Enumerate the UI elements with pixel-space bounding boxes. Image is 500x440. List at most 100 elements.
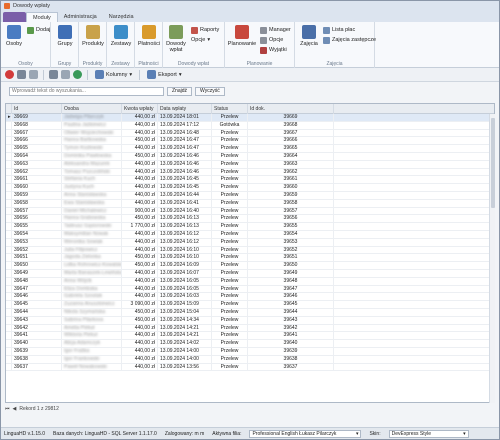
attach-icon[interactable] <box>61 70 70 79</box>
dodaj-button[interactable]: Dodaj <box>27 26 50 34</box>
column-header-id-dok[interactable]: Id dok. <box>248 104 334 114</box>
table-row[interactable]: 39648 Anna Wójcik 440,00 zł 13.09.2024 16:0… <box>6 277 494 286</box>
produkty-button[interactable]: Produkty <box>81 25 105 47</box>
tab-moduly[interactable]: Moduły <box>26 12 58 22</box>
table-cell: 440,00 zł <box>122 340 158 348</box>
table-row[interactable]: 39646 Gabriela Szostak 440,00 zł 13.09.2024… <box>6 293 494 302</box>
table-cell: Paweł Nowakowski <box>62 363 122 372</box>
find-button[interactable]: Znajdź <box>167 86 193 96</box>
column-header-id[interactable]: Id <box>12 104 62 114</box>
first-record-icon[interactable]: ⏮ <box>5 406 10 412</box>
table-cell: 13.09.2024 16:46 <box>158 152 212 161</box>
tab-administracja[interactable]: Administracja <box>58 12 103 22</box>
prev-record-icon[interactable]: ◀ <box>13 406 17 412</box>
table-row[interactable]: 39644 Nikola Szymańska 450,00 zł 13.09.2024… <box>6 308 494 317</box>
planowanie-button[interactable]: Planowanie <box>227 25 257 47</box>
table-row[interactable]: 39662 Tomasz Pszczoliński 440,00 zł 13.09.2… <box>6 168 494 177</box>
table-row[interactable]: 39659 Anna Stanisławska 440,00 zł 13.09.202… <box>6 191 494 200</box>
scrollbar-thumb[interactable] <box>491 118 495 208</box>
table-row[interactable]: 39652 Julia Filipowicz 440,00 zł 13.09.2024… <box>6 246 494 255</box>
table-row[interactable]: 39651 Jagoda Zielonka 450,00 zł 13.09.2024 … <box>6 254 494 263</box>
table-row[interactable]: 39653 Weronika Sowiak 440,00 zł 13.09.2024 … <box>6 238 494 247</box>
grupy-label: Grupy <box>57 41 73 47</box>
table-row[interactable]: 39643 Sabrina Pilarkova 450,00 zł 13.09.202… <box>6 316 494 325</box>
substitute-icon <box>323 36 330 44</box>
table-row[interactable]: 39638 Igor Frankowski 440,00 zł 13.09.2024 … <box>6 355 494 364</box>
lista-plac-button[interactable]: Lista płac <box>323 26 355 34</box>
delete-icon[interactable] <box>5 70 14 79</box>
table-cell: 39643 <box>12 316 62 325</box>
table-row[interactable]: 39657 Daniel Michalewicz 900,00 zł 13.09.20… <box>6 207 494 216</box>
file-menu-button[interactable] <box>3 12 26 22</box>
kolumny-dropdown[interactable]: Kolumny ▾ <box>93 70 134 79</box>
eksport-dropdown[interactable]: Eksport ▾ <box>145 70 183 79</box>
table-row[interactable]: 39660 Justyna Kuch 440,00 zł 13.09.2024 16:… <box>6 184 494 192</box>
skin-select[interactable]: DevExpress Style ▾ <box>388 429 469 438</box>
table-row[interactable]: 39654 Maksymilian Nowak 440,00 zł 13.09.202… <box>6 230 494 239</box>
table-row[interactable]: 39665 Tymon Kozłowski 440,00 zł 13.09.2024 … <box>6 145 494 153</box>
table-cell: 39639 <box>248 347 334 356</box>
zajecia-zastepcze-button[interactable]: Zajęcia zastępcze <box>323 36 376 44</box>
table-cell: 450,00 zł <box>122 215 158 224</box>
planowanie-opcje-button[interactable]: Opcje <box>260 36 283 44</box>
table-row[interactable]: 39666 Hanna Bartkowska 450,00 zł 13.09.2024… <box>6 137 494 146</box>
table-row[interactable]: 39640 Alicja Adamczyk 440,00 zł 13.09.2024 … <box>6 340 494 348</box>
dowody-opcje-label: Opcje <box>191 37 206 43</box>
table-row[interactable]: 39637 Paweł Nowakowski 440,00 zł 13.09.2024… <box>6 363 494 372</box>
dowody-wplat-button[interactable]: Dowody wpłat <box>164 25 188 53</box>
table-cell: 39667 <box>248 129 334 138</box>
table-row[interactable]: 39664 Dominika Pawłowska 450,00 zł 13.09.20… <box>6 152 494 161</box>
print-icon[interactable] <box>49 70 58 79</box>
grupy-button[interactable]: Grupy <box>53 25 77 47</box>
search-input[interactable] <box>9 86 164 96</box>
column-header-status[interactable]: Status <box>212 104 248 114</box>
vertical-scrollbar[interactable] <box>489 114 495 403</box>
table-row[interactable]: 39641 Wiktoria Piekut 440,00 zł 13.09.2024 … <box>6 332 494 341</box>
table-row[interactable]: 39650 Lidka Rohrowicz-Kowalska 450,00 zł 13… <box>6 262 494 270</box>
zestawy-button[interactable]: Zestawy <box>109 25 133 47</box>
column-header-data[interactable]: Data wpłaty <box>158 104 212 114</box>
table-cell: Lidka Rohrowicz-Kowalska <box>64 262 122 270</box>
table-cell: Gabriela Szostak <box>62 293 122 302</box>
dowody-opcje-button[interactable]: Opcje ▾ <box>191 36 210 44</box>
table-row[interactable]: 39645 Zuzanna Anuszkiewicz 3 090,00 zł 13.0… <box>6 301 494 309</box>
table-cell: 39652 <box>12 246 62 255</box>
wyjatki-button[interactable]: Wyjątki <box>260 46 287 54</box>
column-header-kwota[interactable]: Kwota wpłaty <box>122 104 158 114</box>
table-cell: 440,00 zł <box>122 269 158 278</box>
table-row[interactable]: ▸ 39669 Jadwiga Pilarczyk 440,00 zł 13.09.20… <box>6 114 494 122</box>
branch-select[interactable]: Professional English Łukasz Pilarczyk ▾ <box>249 429 362 438</box>
table-row[interactable]: 39663 Aleksandra Mazurek 440,00 zł 13.09.20… <box>6 160 494 169</box>
platnosci-button[interactable]: Płatności <box>137 25 161 47</box>
columns-icon <box>95 70 104 79</box>
table-row[interactable]: 39658 Ewa Stanisławska 440,00 zł 13.09.2024… <box>6 199 494 208</box>
table-row[interactable]: 39639 Igor Fraška 440,00 zł 13.09.2024 14:0… <box>6 347 494 356</box>
group-planowanie: Planowanie Manager Opcje Wyjątki Planowa… <box>225 22 295 68</box>
column-header-osoba[interactable]: Osoba <box>62 104 122 114</box>
refresh-icon[interactable] <box>73 70 82 79</box>
table-row[interactable]: 39642 Amelia Piekut 440,00 zł 13.09.2024 14… <box>6 324 494 333</box>
table-row[interactable]: 39649 Marta Banaszek-Lewińska 440,00 zł 13.… <box>6 269 494 278</box>
filter-icon[interactable] <box>29 70 38 79</box>
table-cell: 13.09.2024 14:02 <box>158 340 212 348</box>
report-icon <box>191 26 198 34</box>
clear-button[interactable]: Wyczyść <box>195 86 225 96</box>
table-cell: 39641 <box>12 332 62 341</box>
table-row[interactable]: 39668 Paulina Jaśkiewicz 440,00 zł 13.09.20… <box>6 121 494 130</box>
table-row[interactable]: 39655 Tadeusz Gąsiorowski 1 770,00 zł 13.09… <box>6 223 494 231</box>
manager-button[interactable]: Manager <box>260 26 291 34</box>
tab-narzedzia[interactable]: Narzędzia <box>103 12 140 22</box>
zajecia-button[interactable]: Zajęcia <box>297 25 321 47</box>
preview-icon[interactable] <box>17 70 26 79</box>
table-cell: 39638 <box>12 355 62 364</box>
zajecia-label: Zajęcia <box>300 41 318 47</box>
table-row[interactable]: 39656 Hanna Grabowska 450,00 zł 13.09.2024 … <box>6 215 494 224</box>
table-cell: 13.09.2024 14:21 <box>158 332 212 341</box>
table-row[interactable]: 39661 Stefania Kuch 440,00 zł 13.09.2024 16… <box>6 176 494 185</box>
table-row[interactable]: 39667 Oliwier Wojciechowski 440,00 zł 13.09… <box>6 129 494 138</box>
exceptions-icon <box>260 46 267 54</box>
osoby-button[interactable]: Osoby <box>2 25 26 47</box>
add-icon <box>27 26 34 34</box>
raporty-button[interactable]: Raporty <box>191 26 219 34</box>
table-row[interactable]: 39647 Eliza Dombska 440,00 zł 13.09.2024 16… <box>6 285 494 294</box>
